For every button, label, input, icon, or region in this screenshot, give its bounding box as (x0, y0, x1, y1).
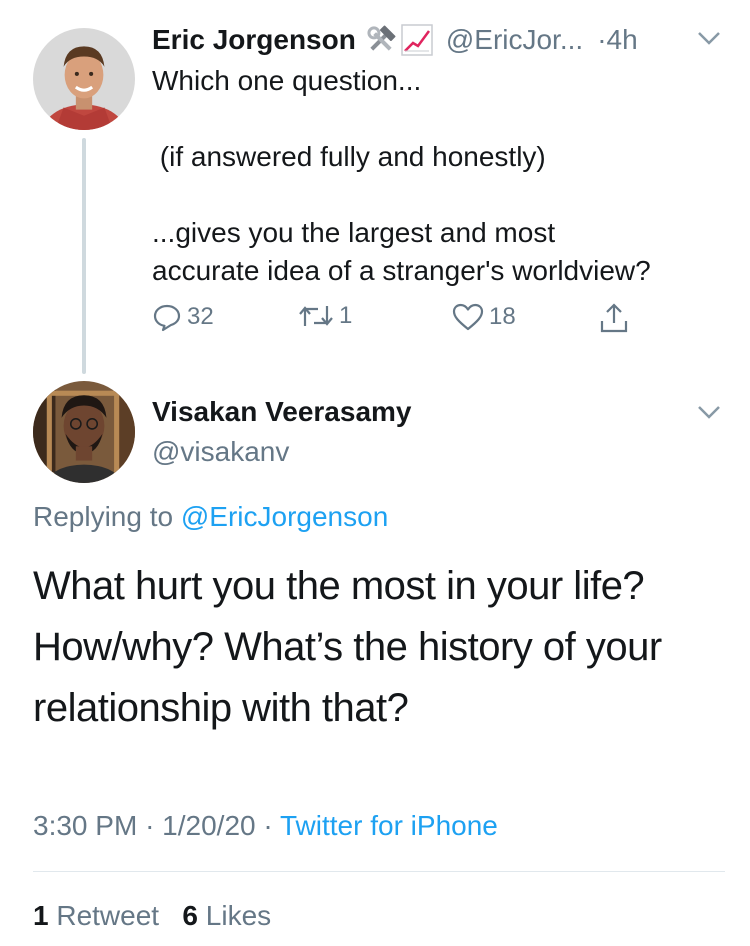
heart-icon (452, 303, 484, 331)
retweets-label: Retweet (56, 900, 160, 931)
share-button[interactable] (598, 302, 630, 334)
hammer-and-wrench-icon (367, 25, 396, 51)
tweet-menu-chevron-down-icon[interactable] (697, 404, 721, 420)
reply-count: 32 (187, 303, 214, 330)
retweet-button[interactable]: 1 (298, 302, 352, 330)
meta-separator-2: · (263, 810, 273, 841)
parent-author-emojis (364, 23, 436, 57)
reply-button[interactable]: 32 (152, 302, 214, 332)
replying-to-prefix: Replying to (33, 501, 174, 532)
retweet-count: 1 (339, 302, 353, 329)
tweet-date[interactable]: 1/20/20 (162, 810, 255, 841)
likes-label: Likes (205, 900, 272, 931)
tweet-source-link[interactable]: Twitter for iPhone (280, 810, 498, 841)
tweet-author-name[interactable]: Visakan Veerasamy (152, 396, 411, 428)
parent-tweet-actions: 32 1 18 (152, 302, 652, 342)
time-separator: · (597, 24, 607, 55)
parent-tweet-time[interactable]: ·4h (597, 24, 637, 56)
parent-author-name[interactable]: Eric Jorgenson (152, 24, 356, 56)
avatar-eric-jorgenson[interactable] (33, 28, 135, 130)
like-button[interactable]: 18 (452, 302, 516, 332)
retweets-stat[interactable]: 1 Retweet (33, 900, 159, 931)
likes-count: 6 (182, 900, 198, 931)
chart-increasing-icon (401, 24, 433, 56)
tweet-author-handle[interactable]: @visakanv (152, 436, 289, 468)
likes-stat[interactable]: 6 Likes (182, 900, 271, 931)
parent-tweet-text: Which one question... (if answered fully… (152, 65, 651, 286)
tweet-text: What hurt you the most in your life? How… (33, 564, 662, 730)
like-count: 18 (489, 303, 516, 330)
meta-separator-1: · (145, 810, 155, 841)
parent-author-handle[interactable]: @EricJor... (446, 24, 583, 56)
replying-to-line: Replying to @EricJorgenson (33, 501, 388, 533)
reply-icon (153, 304, 181, 332)
parent-tweet-menu-chevron-down-icon[interactable] (697, 30, 721, 46)
time-value: 4h (606, 24, 638, 55)
tweet-meta: 3:30 PM · 1/20/20 · Twitter for iPhone (33, 810, 498, 842)
replying-to-link[interactable]: @EricJorgenson (181, 501, 388, 532)
tweet-stats: 1 Retweet 6 Likes (33, 900, 271, 932)
tweet-time[interactable]: 3:30 PM (33, 810, 137, 841)
thread-line (82, 138, 86, 374)
divider (33, 871, 725, 872)
share-icon (600, 303, 628, 333)
retweets-count: 1 (33, 900, 49, 931)
parent-tweet-header: Eric Jorgenson @EricJor... ·4h (152, 20, 638, 60)
avatar-visakan-veerasamy[interactable] (33, 381, 135, 483)
retweet-icon (299, 306, 333, 326)
